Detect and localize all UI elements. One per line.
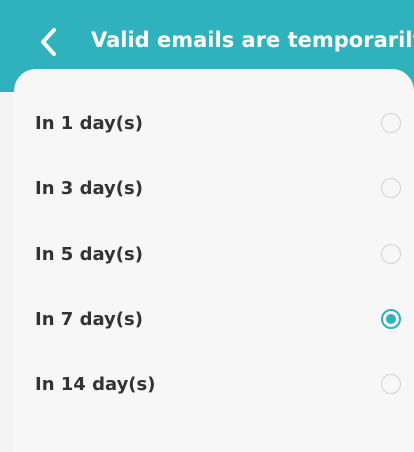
back-button[interactable]	[30, 22, 70, 62]
radio-button[interactable]	[381, 244, 401, 264]
radio-button[interactable]	[381, 309, 401, 329]
option-3-days[interactable]: In 3 day(s)	[14, 157, 414, 221]
page-title: Valid emails are temporarily...	[91, 28, 414, 52]
radio-button[interactable]	[381, 178, 401, 198]
option-7-days[interactable]: In 7 day(s)	[14, 288, 414, 352]
option-label: In 7 day(s)	[35, 309, 143, 330]
radio-button[interactable]	[381, 374, 401, 394]
option-14-days[interactable]: In 14 day(s)	[14, 353, 414, 417]
option-label: In 1 day(s)	[35, 113, 143, 134]
screen: Valid emails are temporarily... In 1 day…	[0, 0, 414, 452]
option-5-days[interactable]: In 5 day(s)	[14, 223, 414, 287]
option-label: In 14 day(s)	[35, 374, 156, 395]
option-label: In 3 day(s)	[35, 178, 143, 199]
option-1-day[interactable]: In 1 day(s)	[14, 92, 414, 156]
radio-button[interactable]	[381, 113, 401, 133]
options-sheet: In 1 day(s) In 3 day(s) In 5 day(s) In 7…	[14, 69, 414, 452]
chevron-left-icon	[41, 28, 56, 56]
option-label: In 5 day(s)	[35, 244, 143, 265]
